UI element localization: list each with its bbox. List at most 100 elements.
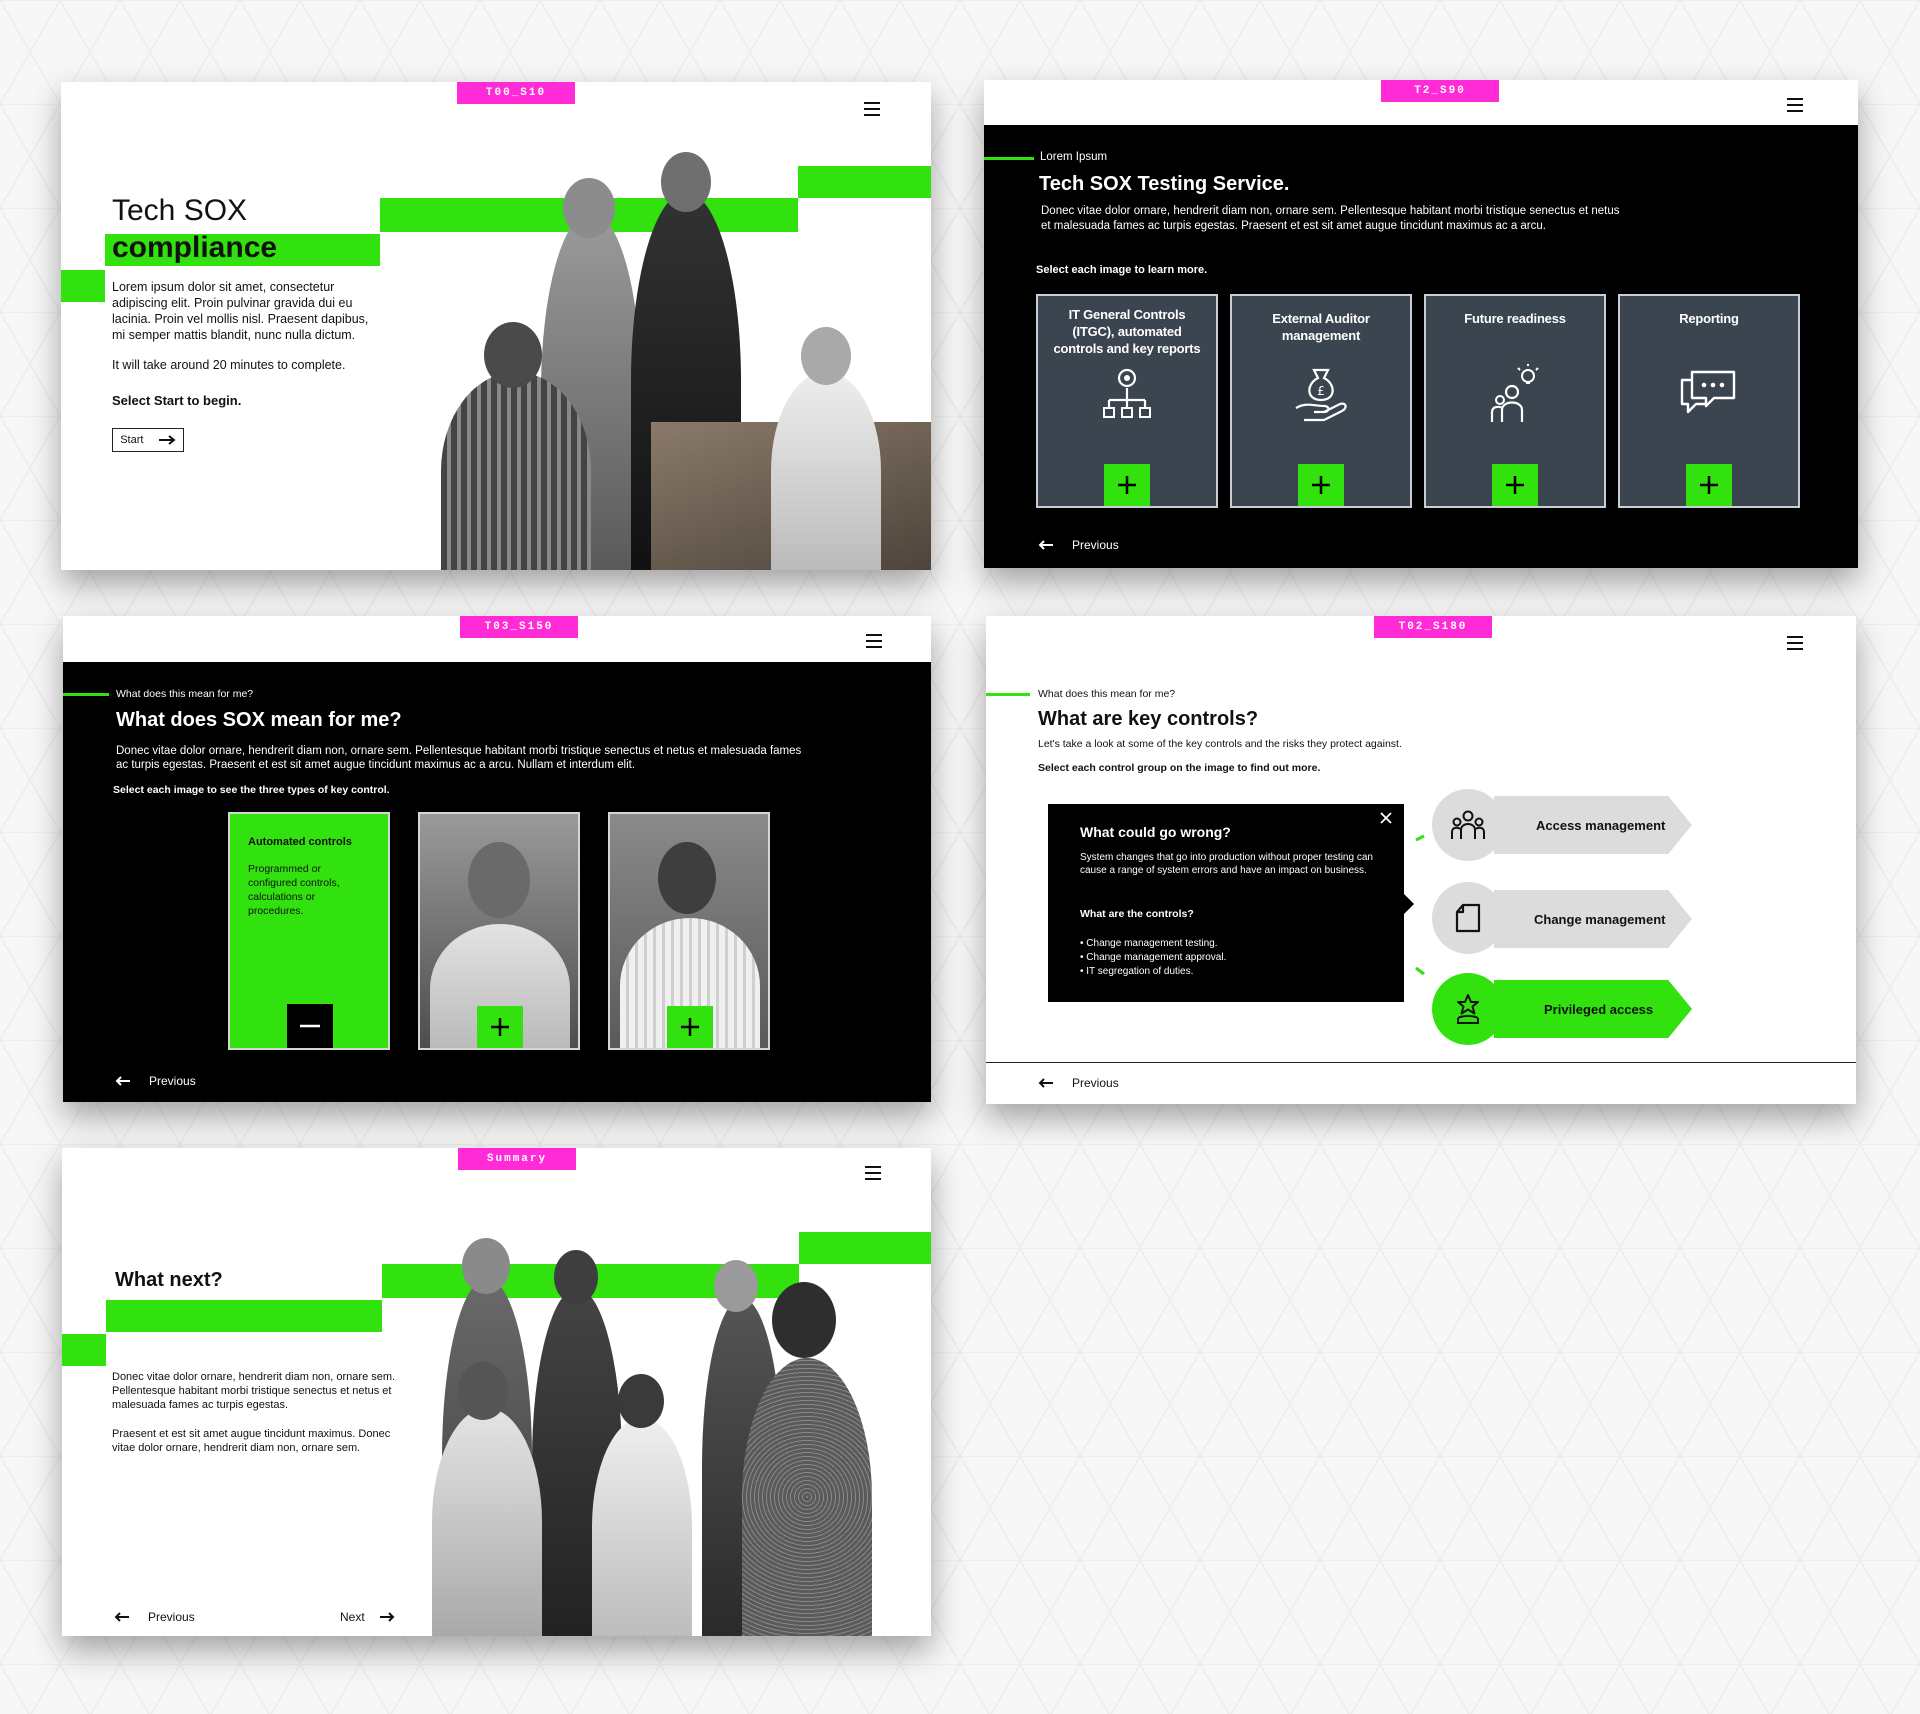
card-title: Automated controls: [248, 836, 352, 848]
eyebrow: Lorem Ipsum: [1040, 151, 1108, 163]
start-button[interactable]: Start: [112, 428, 184, 452]
slide-tag: T03_S150: [460, 616, 578, 638]
expand-button[interactable]: [1492, 464, 1538, 506]
plus-icon: [1700, 476, 1718, 494]
popup-subheading: What are the controls?: [1080, 908, 1194, 920]
card-automated-controls[interactable]: Automated controls Programmed or configu…: [228, 812, 390, 1050]
next-button[interactable]: Next: [340, 1610, 413, 1624]
control-label: Privileged access: [1544, 1001, 1654, 1017]
info-popup: What could go wrong? System changes that…: [1048, 804, 1414, 1002]
control-label: Change management: [1534, 911, 1666, 927]
subtitle: Let's take a look at some of the key con…: [1038, 738, 1402, 750]
duration-text: It will take around 20 minutes to comple…: [112, 358, 346, 372]
card-title: Reporting: [1679, 311, 1739, 326]
green-block: [106, 1300, 382, 1332]
page-title: What are key controls?: [1038, 708, 1259, 730]
connector-lines: [1415, 834, 1425, 976]
people-group-icon: [1451, 810, 1485, 839]
summary-body-2: Praesent et est sit amet augue tincidunt…: [112, 1428, 391, 1454]
eyebrow-line: [63, 693, 109, 696]
card-future-readiness[interactable]: Future readiness: [1424, 294, 1606, 508]
org-gear-icon: [1103, 368, 1151, 418]
control-access-management[interactable]: Access management: [1494, 796, 1692, 854]
card-photo-man[interactable]: [418, 812, 580, 1050]
expand-button[interactable]: [477, 1006, 523, 1048]
card-reporting[interactable]: Reporting: [1618, 294, 1800, 508]
arrow-left-icon: [114, 1612, 129, 1622]
eyebrow-line: [984, 157, 1034, 160]
title-line-1: Tech SOX: [112, 194, 248, 227]
menu-icon[interactable]: [866, 634, 882, 649]
slide-tag: T2_S90: [1381, 80, 1499, 102]
previous-button[interactable]: Previous: [115, 1074, 196, 1088]
summary-body-1: Donec vitae dolor ornare, hendrerit diam…: [112, 1371, 396, 1411]
collapse-button[interactable]: [287, 1004, 333, 1048]
arrow-left-icon: [1038, 540, 1053, 550]
previous-label: Previous: [149, 1074, 196, 1088]
plus-icon: [681, 1018, 699, 1036]
green-block: [62, 1334, 106, 1366]
expand-button[interactable]: [1298, 464, 1344, 506]
control-privileged-access[interactable]: Privileged access: [1494, 980, 1692, 1038]
intro-body: Lorem ipsum dolor sit amet, consectetur …: [112, 280, 369, 342]
control-change-management[interactable]: Change management: [1494, 890, 1692, 948]
arrow-right-icon: [379, 1612, 395, 1622]
previous-label: Previous: [148, 1610, 195, 1624]
popup-bullet: • IT segregation of duties.: [1080, 966, 1194, 977]
minus-icon: [300, 1024, 320, 1028]
card-title: External Auditor management: [1272, 311, 1370, 343]
card-title: Future readiness: [1464, 311, 1566, 326]
plus-icon: [1118, 476, 1136, 494]
instruction: Select each image to see the three types…: [113, 784, 390, 796]
slide-tag: Summary: [458, 1148, 576, 1170]
eyebrow: What does this mean for me?: [116, 688, 254, 700]
control-circle-privileged[interactable]: [1432, 973, 1504, 1045]
start-instruction: Select Start to begin.: [112, 393, 242, 408]
team-photo: [391, 122, 931, 570]
instruction: Select each image to learn more.: [1036, 264, 1208, 276]
previous-button[interactable]: Previous: [1038, 538, 1119, 552]
arrow-left-icon: [115, 1076, 130, 1086]
document-icon: [1455, 903, 1481, 933]
previous-button[interactable]: Previous: [1038, 1076, 1119, 1090]
previous-label: Previous: [1072, 538, 1119, 552]
slide-summary: Summary What next? Donec vitae dolor orn…: [62, 1148, 931, 1636]
expand-button[interactable]: [667, 1006, 713, 1048]
person-idea-icon: [1490, 364, 1539, 422]
previous-label: Previous: [1072, 1076, 1119, 1090]
slide-intro: T00_S10 Tech SOX compliance Lorem ipsum …: [61, 82, 931, 570]
slide-key-controls: T02_S180 What does this mean for me? Wha…: [986, 616, 1856, 1104]
card-external-auditor[interactable]: External Auditor management £: [1230, 294, 1412, 508]
expand-button[interactable]: [1104, 464, 1150, 506]
menu-icon[interactable]: [1787, 636, 1803, 651]
card-itgc[interactable]: IT General Controls (ITGC), automated co…: [1036, 294, 1218, 508]
control-circle-change[interactable]: [1432, 882, 1504, 954]
slide-testing-service: T2_S90 Lorem Ipsum Tech SOX Testing Serv…: [984, 80, 1858, 568]
intro-body: Donec vitae dolor ornare, hendrerit diam…: [116, 745, 802, 771]
previous-button[interactable]: Previous: [114, 1610, 195, 1624]
menu-icon[interactable]: [865, 1166, 881, 1181]
menu-icon[interactable]: [864, 102, 880, 117]
slide-tag: T00_S10: [457, 82, 575, 104]
svg-text:£: £: [1317, 384, 1325, 398]
slide-sox-meaning: T03_S150 What does this mean for me? Wha…: [63, 616, 931, 1102]
instruction: Select each control group on the image t…: [1038, 762, 1321, 774]
page-title: What next?: [115, 1269, 223, 1291]
green-block: [61, 270, 105, 302]
control-circle-access[interactable]: [1432, 789, 1504, 861]
team-photo: [422, 1238, 931, 1636]
chat-bubbles-icon: [1680, 370, 1736, 414]
plus-icon: [1312, 476, 1330, 494]
start-label: Start: [120, 434, 144, 446]
menu-icon[interactable]: [1787, 98, 1803, 113]
popup-bullet: • Change management approval.: [1080, 952, 1227, 963]
plus-icon: [491, 1018, 509, 1036]
page-title: What does SOX mean for me?: [116, 709, 402, 731]
close-icon[interactable]: [1380, 812, 1392, 824]
card-photo-woman[interactable]: [608, 812, 770, 1050]
expand-button[interactable]: [1686, 464, 1732, 506]
slide-tag: T02_S180: [1374, 616, 1492, 638]
footer-divider: [986, 1062, 1856, 1063]
eyebrow-line: [986, 693, 1030, 696]
photo-placeholder: [658, 842, 716, 914]
